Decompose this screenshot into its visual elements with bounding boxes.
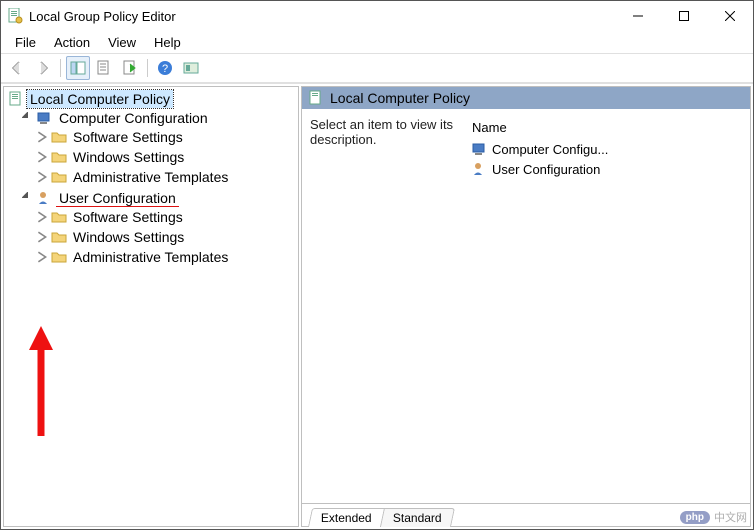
tree-label: Software Settings <box>70 128 186 146</box>
list-item-label: User Configuration <box>492 162 600 177</box>
tree-label: User Configuration <box>56 189 179 207</box>
window-controls <box>615 1 753 31</box>
details-header: Local Computer Policy <box>302 87 750 109</box>
collapse-icon[interactable] <box>22 112 34 124</box>
details-body: Select an item to view its description. … <box>302 109 750 503</box>
folder-icon <box>51 129 67 145</box>
toolbar: ? <box>1 53 753 83</box>
folder-icon <box>51 249 67 265</box>
export-button[interactable] <box>118 56 142 80</box>
tree-label: Software Settings <box>70 208 186 226</box>
tree-label: Windows Settings <box>70 228 187 246</box>
toolbar-separator <box>147 59 148 77</box>
menu-view[interactable]: View <box>100 33 144 52</box>
tree-comp-software[interactable]: Software Settings <box>36 128 298 146</box>
app-icon <box>7 8 23 24</box>
user-icon <box>472 161 488 177</box>
list-item-label: Computer Configu... <box>492 142 608 157</box>
tab-extended[interactable]: Extended <box>308 508 385 527</box>
tab-standard[interactable]: Standard <box>380 508 455 527</box>
show-tree-button[interactable] <box>66 56 90 80</box>
folder-icon <box>51 229 67 245</box>
tree-comp-admin[interactable]: Administrative Templates <box>36 168 298 186</box>
policy-icon <box>8 91 24 107</box>
menubar: File Action View Help <box>1 31 753 53</box>
tree-user-config[interactable]: User Configuration <box>22 189 298 207</box>
policy-icon <box>308 90 324 106</box>
main-area: Local Computer Policy Computer Configura… <box>1 83 753 529</box>
expand-icon[interactable] <box>36 231 48 243</box>
folder-icon <box>51 149 67 165</box>
tree-user-windows[interactable]: Windows Settings <box>36 228 298 246</box>
expand-icon[interactable] <box>36 171 48 183</box>
tree-comp-windows[interactable]: Windows Settings <box>36 148 298 166</box>
window-title: Local Group Policy Editor <box>29 9 615 24</box>
forward-button[interactable] <box>31 56 55 80</box>
menu-file[interactable]: File <box>7 33 44 52</box>
folder-icon <box>51 209 67 225</box>
close-button[interactable] <box>707 1 753 31</box>
details-list[interactable]: Name Computer Configu... User Configurat… <box>468 117 742 495</box>
expand-icon[interactable] <box>36 151 48 163</box>
watermark-text: 中文网 <box>714 509 747 525</box>
tree-user-software[interactable]: Software Settings <box>36 208 298 226</box>
watermark-brand: php <box>680 511 710 524</box>
tree-label: Administrative Templates <box>70 248 231 266</box>
collapse-icon[interactable] <box>22 192 34 204</box>
gpedit-window: Local Group Policy Editor File Action Vi… <box>0 0 754 530</box>
svg-text:?: ? <box>162 63 168 75</box>
description-text: Select an item to view its description. <box>310 117 460 495</box>
expand-icon[interactable] <box>36 211 48 223</box>
menu-help[interactable]: Help <box>146 33 189 52</box>
help-button[interactable]: ? <box>153 56 177 80</box>
maximize-button[interactable] <box>661 1 707 31</box>
minimize-button[interactable] <box>615 1 661 31</box>
menu-action[interactable]: Action <box>46 33 98 52</box>
computer-icon <box>37 110 53 126</box>
tree-root[interactable]: Local Computer Policy <box>8 90 298 108</box>
toolbar-separator <box>60 59 61 77</box>
tree-label: Computer Configuration <box>56 109 211 127</box>
folder-icon <box>51 169 67 185</box>
expand-icon[interactable] <box>36 131 48 143</box>
titlebar: Local Group Policy Editor <box>1 1 753 31</box>
list-item[interactable]: Computer Configu... <box>468 139 742 159</box>
tree-label: Windows Settings <box>70 148 187 166</box>
watermark: php 中文网 <box>680 509 747 525</box>
expand-icon[interactable] <box>36 251 48 263</box>
tree-user-admin[interactable]: Administrative Templates <box>36 248 298 266</box>
back-button[interactable] <box>5 56 29 80</box>
tree-computer-config[interactable]: Computer Configuration <box>22 109 298 127</box>
tree-label: Administrative Templates <box>70 168 231 186</box>
tree-pane[interactable]: Local Computer Policy Computer Configura… <box>3 86 299 527</box>
details-pane: Local Computer Policy Select an item to … <box>301 86 751 527</box>
tree-root-label: Local Computer Policy <box>27 90 173 108</box>
computer-icon <box>472 141 488 157</box>
user-icon <box>37 190 53 206</box>
properties-button[interactable] <box>92 56 116 80</box>
list-item[interactable]: User Configuration <box>468 159 742 179</box>
details-header-title: Local Computer Policy <box>330 90 470 106</box>
column-header-name[interactable]: Name <box>468 117 742 139</box>
filter-button[interactable] <box>179 56 203 80</box>
